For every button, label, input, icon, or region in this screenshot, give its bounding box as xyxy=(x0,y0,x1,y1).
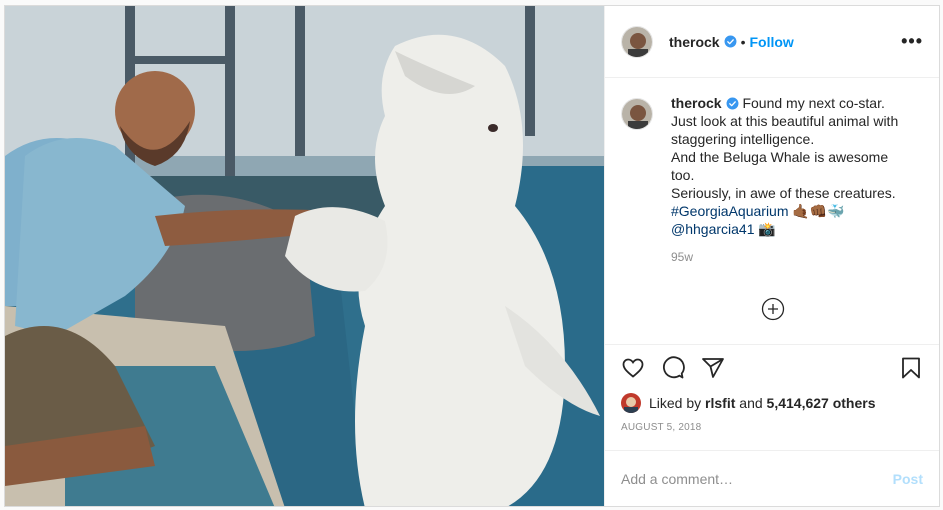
post-header: therock • Follow ••• xyxy=(605,6,939,78)
post-age[interactable]: 95w xyxy=(671,250,923,264)
post-date[interactable]: AUGUST 5, 2018 xyxy=(605,416,939,450)
author-avatar[interactable] xyxy=(621,25,653,58)
likes-summary: Liked by rlsfit and 5,414,627 others xyxy=(605,390,939,416)
comment-input[interactable] xyxy=(621,470,893,487)
caption-username[interactable]: therock xyxy=(671,95,722,111)
caption-text: therock Found my next co-star. Just look… xyxy=(671,94,911,238)
caption-line: Seriously, in awe of these creatures. xyxy=(671,185,896,201)
follow-button[interactable]: Follow xyxy=(749,34,793,50)
post-sidebar: therock • Follow ••• therock Found my ne… xyxy=(604,6,939,506)
mention-link[interactable]: @hhgarcia41 xyxy=(671,221,755,237)
comment-icon[interactable] xyxy=(661,355,685,380)
verified-badge-icon xyxy=(726,97,739,110)
comments-area: therock Found my next co-star. Just look… xyxy=(605,78,939,344)
save-bookmark-icon[interactable] xyxy=(899,356,923,380)
instagram-post: therock • Follow ••• therock Found my ne… xyxy=(4,5,940,507)
caption-line: Found my next co-star. xyxy=(742,95,885,111)
add-comment-bar: Post xyxy=(605,450,939,506)
avatar-image xyxy=(622,26,652,57)
post-comment-button[interactable]: Post xyxy=(893,471,923,487)
author-username[interactable]: therock xyxy=(669,34,720,50)
separator-dot: • xyxy=(740,33,746,50)
avatar-image xyxy=(622,99,652,129)
caption-line: And the Beluga Whale is awesome too. xyxy=(671,149,889,183)
load-more-comments-icon[interactable] xyxy=(761,297,785,321)
emoji-text: 🤙🏾👊🏾🐳 xyxy=(788,203,845,219)
more-options-icon[interactable]: ••• xyxy=(901,31,923,52)
likes-prefix: Liked by xyxy=(649,395,702,411)
liker-avatar[interactable] xyxy=(621,393,641,413)
action-bar xyxy=(605,344,939,390)
likes-and: and xyxy=(739,395,763,411)
likes-count[interactable]: 5,414,627 others xyxy=(767,395,876,411)
beluga-photo xyxy=(5,6,604,506)
avatar-image xyxy=(621,393,641,413)
like-heart-icon[interactable] xyxy=(621,356,645,380)
caption-avatar[interactable] xyxy=(621,98,653,130)
share-icon[interactable] xyxy=(701,356,725,380)
hashtag-link[interactable]: #GeorgiaAquarium xyxy=(671,203,789,219)
emoji-text: 📸 xyxy=(754,221,776,237)
liker-username[interactable]: rlsfit xyxy=(705,395,735,411)
caption: therock Found my next co-star. Just look… xyxy=(621,94,923,238)
verified-badge-icon xyxy=(724,35,737,48)
caption-line: Just look at this beautiful animal with … xyxy=(671,113,899,147)
post-image[interactable] xyxy=(5,6,604,506)
